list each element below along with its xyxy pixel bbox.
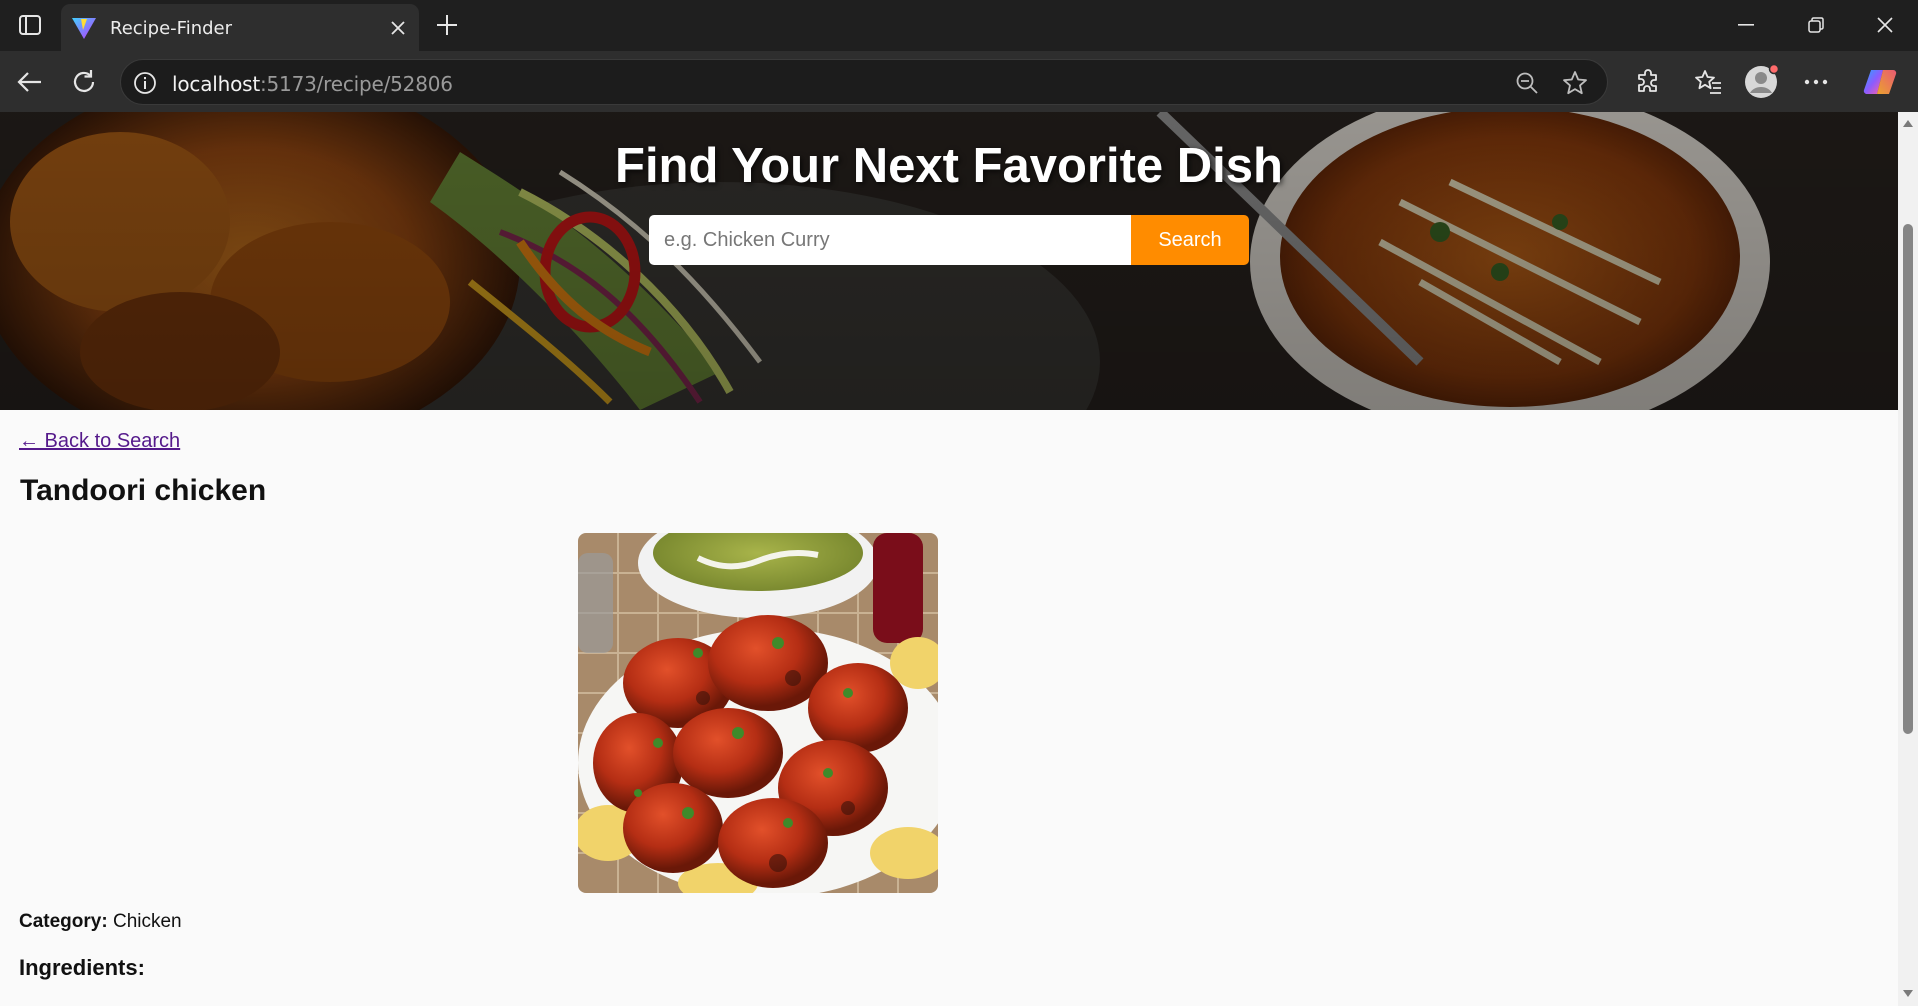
- page-scrollbar[interactable]: [1898, 112, 1918, 1006]
- restore-icon[interactable]: [1793, 8, 1839, 42]
- scroll-up-arrow-icon[interactable]: [1903, 120, 1913, 127]
- close-icon[interactable]: [387, 17, 409, 39]
- profile-avatar-icon[interactable]: [1743, 64, 1779, 100]
- recipe-image: [578, 533, 938, 893]
- tab-title: Recipe-Finder: [110, 18, 233, 39]
- vite-favicon-icon: [71, 16, 97, 40]
- address-bar[interactable]: localhost:5173/recipe/52806: [120, 59, 1608, 105]
- active-tab[interactable]: Recipe-Finder: [61, 4, 419, 51]
- recipe-title: Tandoori chicken: [20, 474, 267, 507]
- browser-tab-bar: Recipe-Finder: [0, 0, 1918, 51]
- zoom-out-icon[interactable]: [1513, 70, 1541, 96]
- search-input[interactable]: [649, 215, 1131, 265]
- minimize-icon[interactable]: [1723, 8, 1769, 42]
- recipe-category: Category: Chicken: [19, 911, 182, 933]
- url-text[interactable]: localhost:5173/recipe/52806: [172, 72, 453, 96]
- extensions-icon[interactable]: [1630, 64, 1666, 100]
- search-button[interactable]: Search: [1131, 215, 1249, 265]
- favorites-icon[interactable]: [1690, 64, 1726, 100]
- browser-toolbar: localhost:5173/recipe/52806: [0, 51, 1918, 112]
- scrollbar-thumb[interactable]: [1903, 224, 1913, 734]
- category-value: Chicken: [112, 911, 182, 932]
- refresh-icon[interactable]: [66, 64, 102, 100]
- page-viewport: Find Your Next Favorite Dish Search ← Ba…: [0, 112, 1898, 1006]
- category-label: Category:: [19, 911, 108, 932]
- sidebar-toggle-icon[interactable]: [14, 12, 46, 38]
- ingredients-heading: Ingredients:: [19, 955, 145, 980]
- hero-banner: Find Your Next Favorite Dish Search: [0, 112, 1898, 410]
- plus-icon[interactable]: [432, 10, 462, 40]
- star-icon[interactable]: [1561, 70, 1589, 96]
- back-to-search-link[interactable]: ← Back to Search: [19, 430, 180, 453]
- window-close-icon[interactable]: [1862, 8, 1908, 42]
- more-icon[interactable]: [1798, 64, 1834, 100]
- info-icon[interactable]: [133, 71, 157, 95]
- scroll-down-arrow-icon[interactable]: [1903, 990, 1913, 997]
- hero-title: Find Your Next Favorite Dish: [615, 139, 1283, 193]
- copilot-icon[interactable]: [1862, 64, 1898, 100]
- back-arrow-icon[interactable]: [12, 64, 48, 100]
